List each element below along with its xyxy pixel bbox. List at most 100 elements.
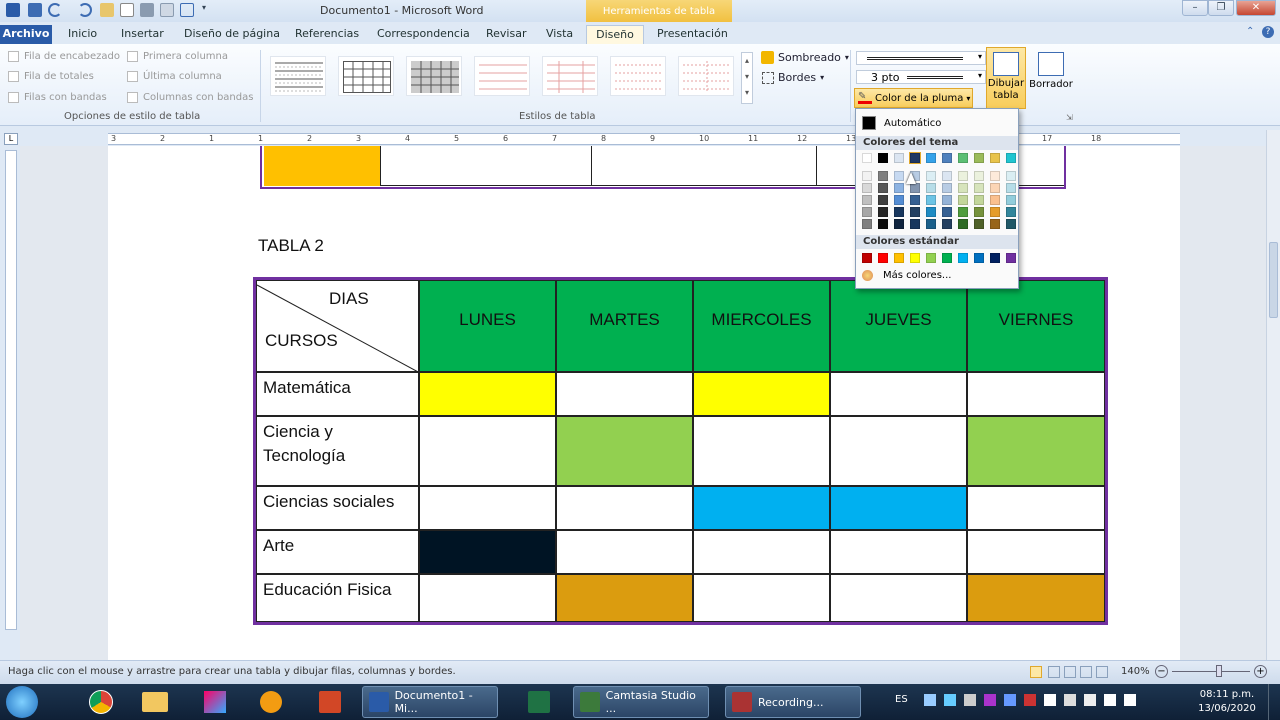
tab-archivo[interactable]: Archivo <box>0 25 52 44</box>
more-colors-option[interactable]: Más colores... <box>862 270 951 281</box>
table-cell[interactable] <box>381 146 592 186</box>
table-cell[interactable] <box>592 146 817 186</box>
theme-shade-swatch[interactable] <box>958 171 968 181</box>
theme-shade-swatch[interactable] <box>958 195 968 205</box>
draw-table-button[interactable]: Dibujar tabla <box>986 47 1026 109</box>
theme-shade-swatch[interactable] <box>1006 219 1016 229</box>
schedule-cell[interactable] <box>830 372 967 416</box>
dialog-launcher-icon[interactable]: ⇲ <box>1066 113 1073 122</box>
checkbox-last-column[interactable]: Última columna <box>127 71 222 82</box>
zoom-level[interactable]: 140% <box>1121 666 1150 677</box>
theme-color-swatch[interactable] <box>878 153 888 163</box>
schedule-cell[interactable] <box>967 416 1105 486</box>
zoom-in-button[interactable]: + <box>1254 665 1267 678</box>
theme-shade-swatch[interactable] <box>878 219 888 229</box>
schedule-cell[interactable] <box>967 574 1105 622</box>
full-screen-icon[interactable] <box>1048 666 1060 678</box>
language-indicator[interactable]: ES <box>895 694 908 705</box>
standard-color-swatch[interactable] <box>958 253 968 263</box>
schedule-cell[interactable] <box>419 372 556 416</box>
tab-correspondencia[interactable]: Correspondencia <box>369 25 478 44</box>
print-layout-icon[interactable] <box>1030 666 1042 678</box>
schedule-cell[interactable] <box>556 574 693 622</box>
tab-selector-icon[interactable]: L <box>4 133 18 145</box>
tray-icon[interactable] <box>1084 694 1096 706</box>
dropbox-icon[interactable] <box>944 694 956 706</box>
schedule-cell[interactable] <box>693 372 830 416</box>
theme-shade-swatch[interactable] <box>926 195 936 205</box>
theme-shade-swatch[interactable] <box>942 183 952 193</box>
automatic-color-option[interactable]: Automático <box>858 113 1016 133</box>
theme-shade-swatch[interactable] <box>862 195 872 205</box>
zoom-slider-thumb[interactable] <box>1216 665 1222 677</box>
theme-shade-swatch[interactable] <box>974 207 984 217</box>
theme-shade-swatch[interactable] <box>958 183 968 193</box>
standard-color-swatch[interactable] <box>862 253 872 263</box>
theme-color-swatch[interactable] <box>894 153 904 163</box>
schedule-cell[interactable] <box>830 530 967 574</box>
theme-shade-swatch[interactable] <box>878 183 888 193</box>
theme-color-swatch[interactable] <box>1006 153 1016 163</box>
day-header[interactable]: VIERNES <box>967 280 1105 372</box>
theme-shade-swatch[interactable] <box>990 171 1000 181</box>
standard-color-swatch[interactable] <box>894 253 904 263</box>
tab-insertar[interactable]: Insertar <box>113 25 172 44</box>
theme-shade-swatch[interactable] <box>942 207 952 217</box>
schedule-cell[interactable] <box>556 486 693 530</box>
theme-color-swatch[interactable] <box>909 152 921 164</box>
tray-icon[interactable] <box>924 694 936 706</box>
theme-color-swatch[interactable] <box>926 153 936 163</box>
standard-color-swatch[interactable] <box>878 253 888 263</box>
theme-shade-swatch[interactable] <box>894 207 904 217</box>
course-label[interactable]: Arte <box>256 530 419 574</box>
schedule-cell[interactable] <box>830 486 967 530</box>
theme-shade-swatch[interactable] <box>910 183 920 193</box>
theme-shade-swatch[interactable] <box>958 207 968 217</box>
day-header[interactable]: JUEVES <box>830 280 967 372</box>
spelling-icon[interactable] <box>180 3 194 17</box>
help-icon[interactable]: ? <box>1262 26 1274 38</box>
table-cell[interactable] <box>264 146 381 186</box>
media-player-icon[interactable] <box>246 687 296 717</box>
schedule-cell[interactable] <box>419 530 556 574</box>
theme-shade-swatch[interactable] <box>894 195 904 205</box>
theme-shade-swatch[interactable] <box>974 171 984 181</box>
theme-shade-swatch[interactable] <box>1006 171 1016 181</box>
schedule-cell[interactable] <box>693 530 830 574</box>
standard-color-swatch[interactable] <box>926 253 936 263</box>
pen-weight-dropdown[interactable]: 3 pto ▾ <box>856 70 986 84</box>
schedule-cell[interactable] <box>693 574 830 622</box>
eraser-button[interactable]: Borrador <box>1028 49 1074 107</box>
theme-color-swatch[interactable] <box>990 153 1000 163</box>
course-label[interactable]: Educación Fisica <box>256 574 419 622</box>
borders-button[interactable]: Bordes ▾ <box>762 71 824 84</box>
theme-shade-swatch[interactable] <box>910 195 920 205</box>
pen-color-button[interactable]: ✎ Color de la pluma ▾ <box>854 88 973 108</box>
table-style-7[interactable] <box>678 56 734 96</box>
table-style-1[interactable] <box>270 56 326 96</box>
schedule-cell[interactable] <box>693 486 830 530</box>
horizontal-ruler[interactable] <box>108 133 1180 145</box>
shading-button[interactable]: Sombreado ▾ <box>761 51 849 64</box>
onenote-icon[interactable] <box>984 694 996 706</box>
theme-shade-swatch[interactable] <box>894 219 904 229</box>
theme-shade-swatch[interactable] <box>862 171 872 181</box>
customize-qat-icon[interactable]: ▾ <box>202 3 210 17</box>
theme-shade-swatch[interactable] <box>878 207 888 217</box>
theme-shade-swatch[interactable] <box>862 207 872 217</box>
schedule-cell[interactable] <box>556 372 693 416</box>
redo-icon[interactable] <box>78 3 92 17</box>
theme-shade-swatch[interactable] <box>974 195 984 205</box>
day-header[interactable]: LUNES <box>419 280 556 372</box>
zoom-out-button[interactable]: − <box>1155 665 1168 678</box>
web-layout-icon[interactable] <box>1064 666 1076 678</box>
tray-icon[interactable] <box>1024 694 1036 706</box>
schedule-cell[interactable] <box>419 416 556 486</box>
minimize-button[interactable]: – <box>1182 0 1208 16</box>
word-app-icon[interactable] <box>6 3 20 17</box>
theme-shade-swatch[interactable] <box>990 195 1000 205</box>
task-recording[interactable]: Recording... <box>725 686 861 718</box>
schedule-cell[interactable] <box>556 416 693 486</box>
tray-icon[interactable] <box>1004 694 1016 706</box>
schedule-cell[interactable] <box>419 486 556 530</box>
